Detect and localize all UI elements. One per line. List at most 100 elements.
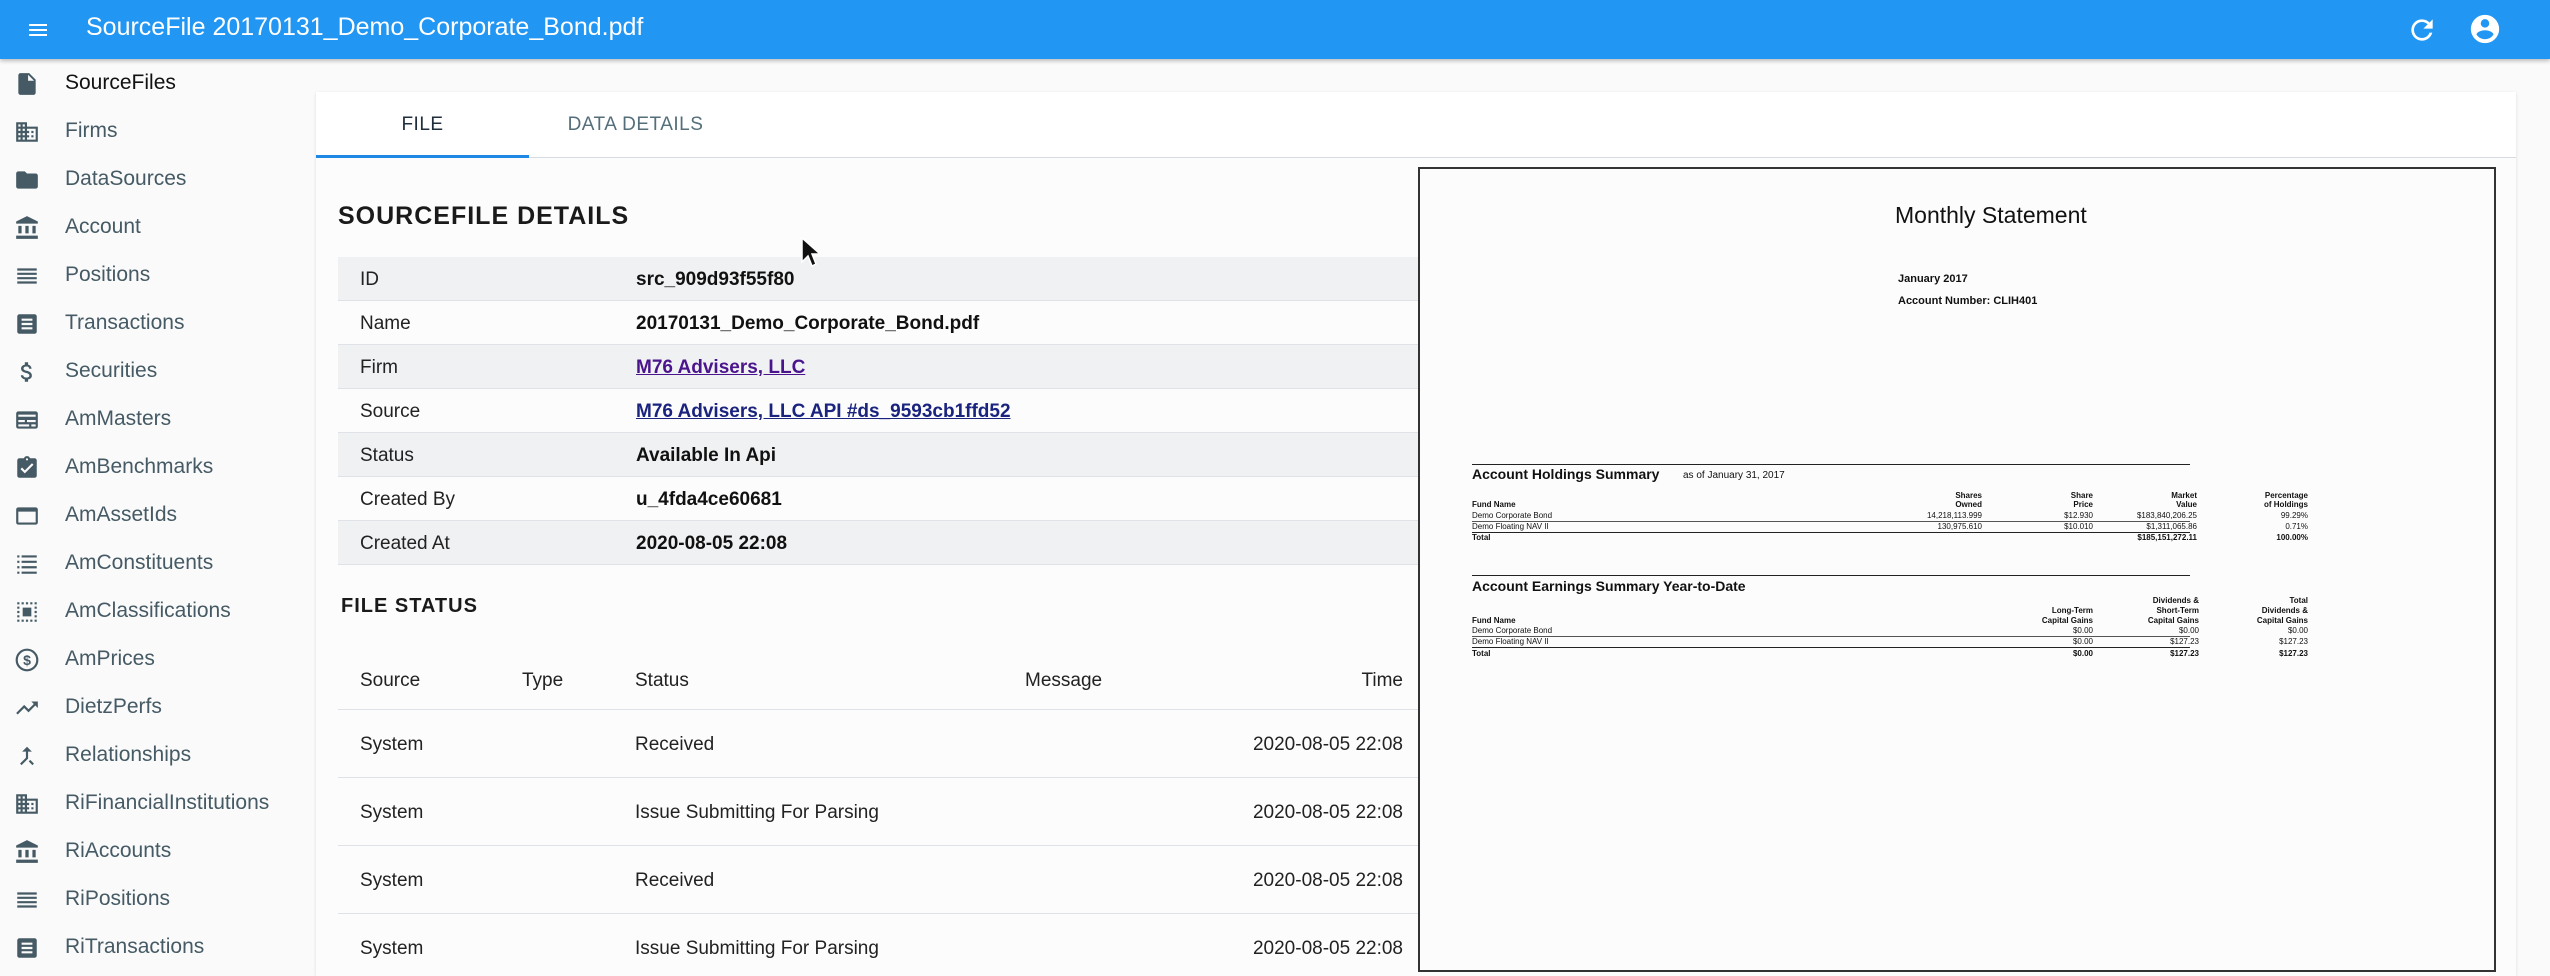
card-icon: [16, 411, 38, 429]
sidebar-item-label: RiPositions: [65, 887, 171, 910]
detail-value: 2020-08-05 22:08: [636, 533, 788, 554]
holdings-row: $1,311,065.86: [2146, 522, 2197, 531]
building-icon: [16, 794, 38, 814]
earnings-header: Short-Term: [2156, 606, 2199, 615]
sidebar-item-sourcefiles[interactable]: SourceFiles: [0, 59, 300, 107]
row-status: Received: [635, 870, 715, 891]
earnings-title: Account Earnings Summary Year-to-Date: [1472, 578, 1746, 594]
svg-text:$: $: [23, 652, 31, 668]
sidebar-item-positions[interactable]: Positions: [0, 251, 300, 299]
pdf-preview[interactable]: Monthly Statement January 2017 Account N…: [1418, 167, 2496, 972]
trending-up-icon: [16, 701, 38, 715]
row-source: System: [360, 734, 424, 755]
menu-icon[interactable]: [24, 18, 52, 42]
account-circle-icon[interactable]: [2468, 12, 2502, 46]
col-time[interactable]: Time: [1361, 670, 1403, 692]
holdings-row: Demo Corporate Bond: [1472, 511, 1553, 520]
detail-row-created-at: Created At 2020-08-05 22:08: [338, 521, 1418, 565]
earnings-row: Demo Floating NAV II: [1472, 637, 1549, 646]
sidebar-item-label: RiFinancialInstitutions: [65, 791, 270, 814]
tab-file[interactable]: FILE: [316, 92, 529, 158]
sidebar-item-account[interactable]: Account: [0, 203, 300, 251]
sidebar-item-transactions[interactable]: Transactions: [0, 299, 300, 347]
page-title: SourceFile 20170131_Demo_Corporate_Bond.…: [86, 13, 644, 41]
sidebar-item-ritransactions[interactable]: RiTransactions: [0, 923, 300, 971]
earnings-row: $0.00: [2072, 637, 2093, 646]
earnings-row: $127.23: [2279, 637, 2308, 646]
source-link[interactable]: M76 Advisers, LLC API #ds_9593cb1ffd52: [636, 401, 1011, 423]
row-time: 2020-08-05 22:08: [1252, 734, 1403, 755]
file-icon: [18, 73, 36, 95]
details-table: ID src_909d93f55f80 Name 20170131_Demo_C…: [338, 257, 1418, 565]
dollar-circle-icon: $: [15, 648, 39, 672]
pdf-rule: [1472, 532, 2190, 533]
sidebar-item-riaccounts[interactable]: RiAccounts: [0, 827, 300, 875]
sidebar-item-dietzperfs[interactable]: DietzPerfs: [0, 683, 300, 731]
folder-icon: [16, 171, 38, 189]
detail-row-created-by: Created By u_4fda4ce60681: [338, 477, 1418, 521]
earnings-header: Capital Gains: [2041, 616, 2093, 625]
earnings-header: Capital Gains: [2256, 616, 2308, 625]
sidebar-item-label: Positions: [65, 263, 151, 286]
row-source: System: [360, 870, 424, 891]
holdings-row: Demo Floating NAV II: [1472, 522, 1549, 531]
table-row: System Issue Submitting For Parsing 2020…: [338, 914, 1418, 976]
col-type[interactable]: Type: [522, 670, 563, 692]
sidebar-item-rifinancialinstitutions[interactable]: RiFinancialInstitutions: [0, 779, 300, 827]
app-bar: SourceFile 20170131_Demo_Corporate_Bond.…: [0, 0, 2550, 59]
sidebar-item-ammasters[interactable]: AmMasters: [0, 395, 300, 443]
clipboard-check-icon: [17, 456, 37, 478]
row-time: 2020-08-05 22:08: [1252, 802, 1403, 823]
holdings-total: $185,151,272.11: [2137, 533, 2197, 542]
mouse-cursor-icon: [801, 236, 822, 268]
sidebar-item-amconstituents[interactable]: AmConstituents: [0, 539, 300, 587]
holdings-total: Total: [1472, 533, 1491, 542]
pdf-account-number: Account Number: CLIH401: [1898, 295, 2038, 307]
earnings-header: Dividends &: [2261, 606, 2308, 615]
bank-icon: [16, 216, 38, 239]
detail-key: Created At: [360, 533, 450, 554]
col-status[interactable]: Status: [635, 670, 689, 692]
dollar-icon: [20, 362, 32, 382]
detail-key: Firm: [360, 357, 398, 378]
detail-key: Status: [360, 445, 414, 466]
sidebar-item-firms[interactable]: Firms: [0, 107, 300, 155]
earnings-header: Long-Term: [2051, 606, 2093, 615]
holdings-header: Percentage: [2264, 491, 2308, 500]
pdf-month: January 2017: [1898, 273, 1968, 285]
detail-value: u_4fda4ce60681: [636, 489, 782, 510]
detail-row-id: ID src_909d93f55f80: [338, 257, 1418, 301]
sidebar-item-securities[interactable]: Securities: [0, 347, 300, 395]
sidebar-item-label: AmBenchmarks: [65, 455, 214, 478]
holdings-row: $12.930: [2064, 511, 2093, 520]
holdings-header: Market: [2171, 491, 2197, 500]
col-message[interactable]: Message: [1025, 670, 1102, 692]
earnings-total: Total: [1472, 649, 1491, 658]
earnings-header: Dividends &: [2152, 596, 2199, 605]
holdings-header: Owned: [1955, 500, 1982, 509]
earnings-header: Fund Name: [1472, 616, 1516, 625]
tab-data-details[interactable]: DATA DETAILS: [529, 92, 742, 158]
earnings-header: Capital Gains: [2147, 616, 2199, 625]
firm-link[interactable]: M76 Advisers, LLC: [636, 357, 805, 379]
window-icon: [16, 507, 38, 525]
refresh-icon[interactable]: [2406, 14, 2438, 46]
holdings-row: 14,218,113.999: [1926, 511, 1982, 520]
sidebar-item-amclassifications[interactable]: AmClassifications: [0, 587, 300, 635]
table-row: System Received 2020-08-05 22:08: [338, 846, 1418, 914]
sidebar-item-datasources[interactable]: DataSources: [0, 155, 300, 203]
sidebar-item-amprices[interactable]: $ AmPrices: [0, 635, 300, 683]
row-time: 2020-08-05 22:08: [1252, 870, 1403, 891]
sidebar-item-ambenchmarks[interactable]: AmBenchmarks: [0, 443, 300, 491]
sidebar-item-ripositions[interactable]: RiPositions: [0, 875, 300, 923]
detail-key: Created By: [360, 489, 456, 510]
table-row: System Received 2020-08-05 22:08: [338, 710, 1418, 778]
holdings-title: Account Holdings Summary: [1472, 466, 1660, 482]
holdings-header: Shares: [1955, 491, 1982, 500]
sidebar-item-relationships[interactable]: Relationships: [0, 731, 300, 779]
sidebar-item-amassetids[interactable]: AmAssetIds: [0, 491, 300, 539]
earnings-header: Total: [2289, 596, 2308, 605]
sidebar-item-label: Account: [65, 215, 141, 238]
holdings-as-of: as of January 31, 2017: [1683, 470, 1785, 481]
col-source[interactable]: Source: [360, 670, 420, 692]
